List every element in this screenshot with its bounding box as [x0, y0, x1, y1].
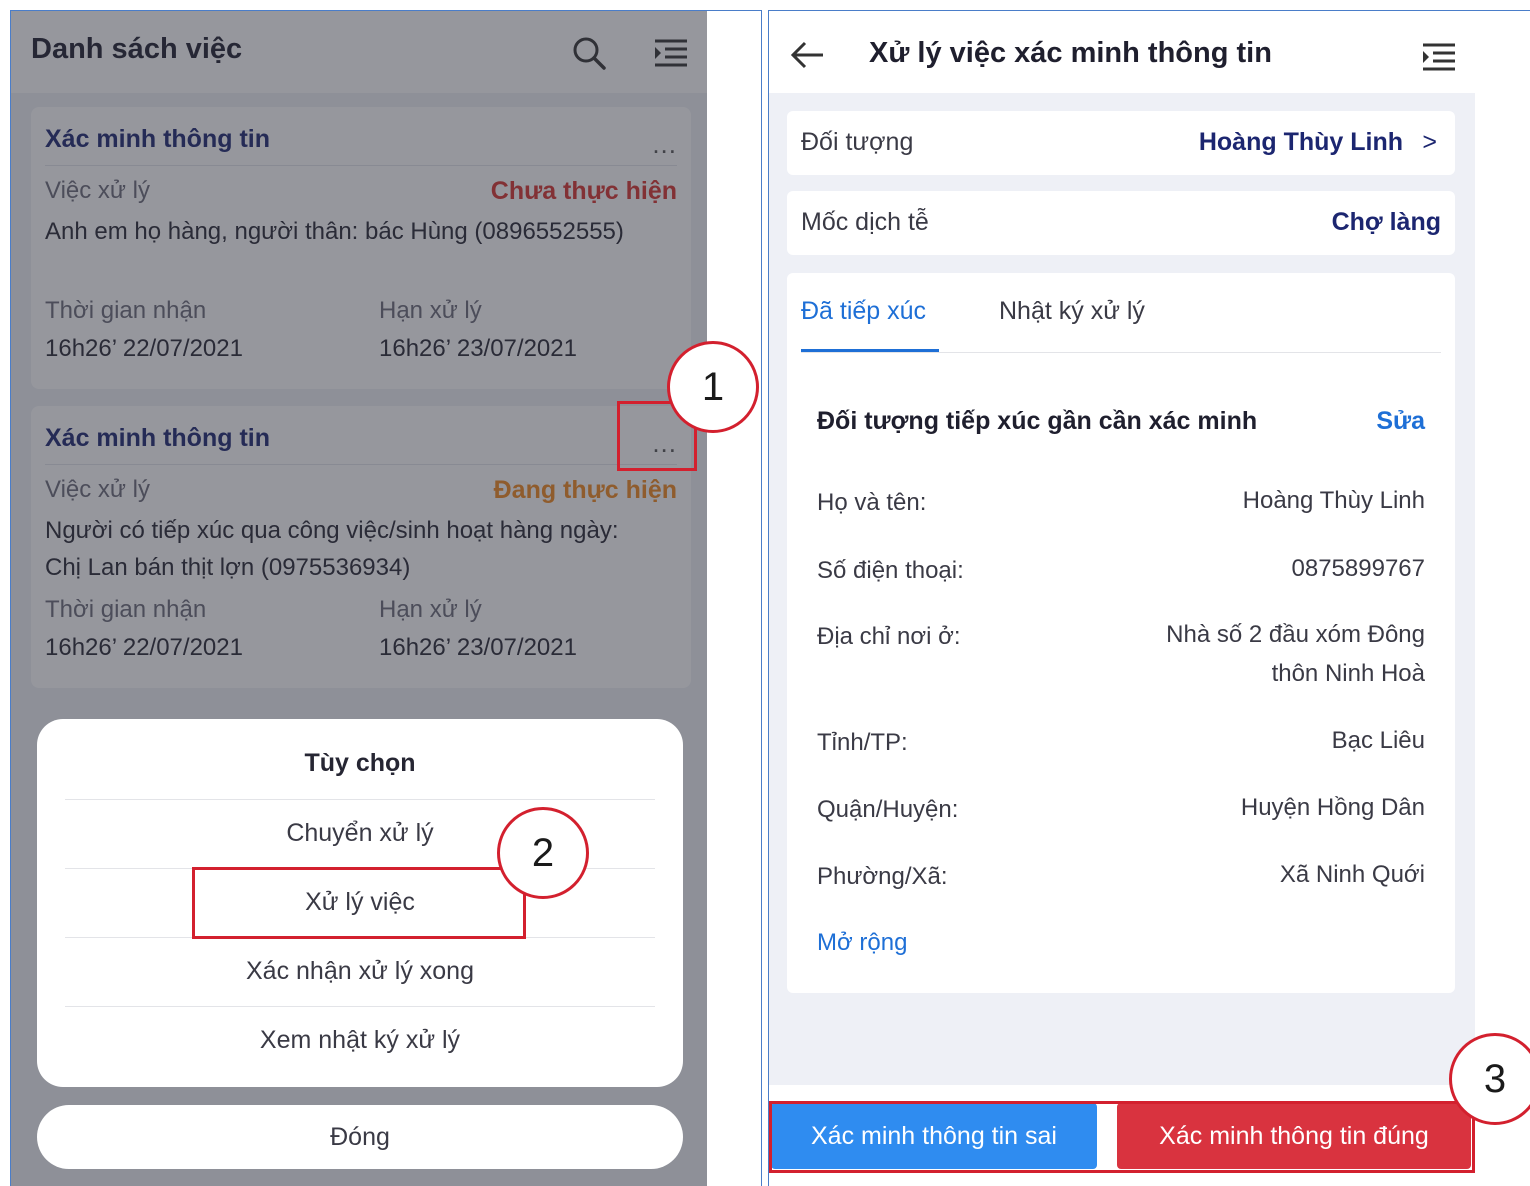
- tab-process-log[interactable]: Nhật ký xử lý: [999, 297, 1145, 326]
- app-header: Xử lý việc xác minh thông tin: [769, 11, 1475, 93]
- address-value-line1: Nhà số 2 đầu xóm Đông: [1166, 621, 1425, 648]
- name-label: Họ và tên:: [817, 489, 927, 516]
- option-confirm-done[interactable]: Xác nhận xử lý xong: [65, 937, 655, 1005]
- subject-value: Hoàng Thùy Linh: [1198, 128, 1403, 156]
- name-value: Hoàng Thùy Linh: [1242, 487, 1425, 514]
- section-title: Đối tượng tiếp xúc gần cần xác minh: [817, 407, 1258, 435]
- expand-link[interactable]: Mở rộng: [817, 929, 907, 957]
- back-arrow-icon[interactable]: [787, 35, 827, 75]
- chevron-right-icon: >: [1422, 128, 1437, 156]
- step-marker: 2: [497, 807, 589, 899]
- step-marker: 3: [1449, 1033, 1530, 1125]
- right-panel: Xử lý việc xác minh thông tin Đối tượng …: [768, 10, 1530, 1186]
- highlight-box: [192, 867, 526, 939]
- address-value-line2: thôn Ninh Hoà: [1271, 660, 1425, 687]
- subject-label: Đối tượng: [801, 128, 914, 156]
- subject-row[interactable]: Đối tượng Hoàng Thùy Linh >: [787, 111, 1455, 175]
- ward-value: Xã Ninh Quới: [1279, 861, 1425, 888]
- divider: [801, 352, 1441, 353]
- milestone-row: Mốc dịch tễ Chợ làng: [787, 191, 1455, 255]
- task-detail-screen: Xử lý việc xác minh thông tin Đối tượng …: [769, 11, 1475, 1186]
- milestone-value: Chợ làng: [1331, 208, 1441, 236]
- phone-value: 0875899767: [1291, 555, 1425, 582]
- step-marker: 1: [667, 341, 759, 433]
- screenshot-frame: Danh sách việc Xác minh thông tin ...: [0, 0, 1530, 1186]
- page-title: Xử lý việc xác minh thông tin: [869, 37, 1272, 69]
- phone-label: Số điện thoại:: [817, 557, 964, 584]
- sheet-title: Tùy chọn: [304, 749, 416, 777]
- tab-contacted[interactable]: Đã tiếp xúc: [801, 297, 926, 326]
- address-label: Địa chỉ nơi ở:: [817, 623, 961, 650]
- menu-icon[interactable]: [1419, 37, 1459, 77]
- district-value: Huyện Hồng Dân: [1240, 794, 1425, 821]
- close-button[interactable]: Đóng: [37, 1105, 683, 1169]
- contact-detail-card: Đã tiếp xúc Nhật ký xử lý Đối tượng tiếp…: [787, 273, 1455, 993]
- left-panel: Danh sách việc Xác minh thông tin ...: [10, 10, 762, 1186]
- ward-label: Phường/Xã:: [817, 863, 948, 890]
- district-label: Quận/Huyện:: [817, 796, 959, 823]
- milestone-label: Mốc dịch tễ: [801, 208, 929, 236]
- highlight-box: [769, 1101, 1475, 1173]
- task-list-screen: Danh sách việc Xác minh thông tin ...: [11, 11, 707, 1186]
- province-value: Bạc Liêu: [1331, 727, 1425, 754]
- option-view-log[interactable]: Xem nhật ký xử lý: [65, 1006, 655, 1074]
- edit-link[interactable]: Sửa: [1376, 407, 1425, 436]
- province-label: Tỉnh/TP:: [817, 729, 908, 756]
